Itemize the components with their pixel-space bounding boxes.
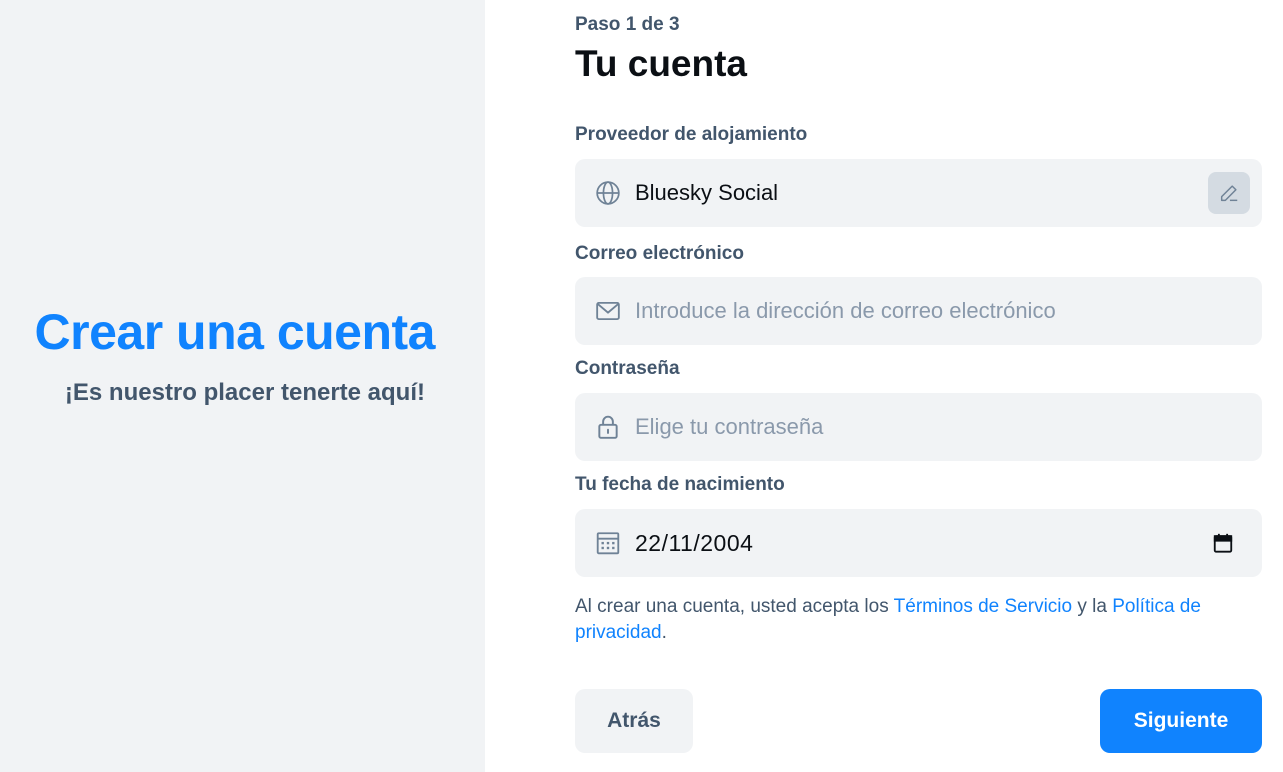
terms-suffix: . (661, 622, 667, 643)
back-button[interactable]: Atrás (575, 689, 693, 753)
edit-hosting-provider-button[interactable] (1208, 172, 1250, 214)
next-button[interactable]: Siguiente (1100, 689, 1262, 753)
hero-subtitle: ¡Es nuestro placer tenerte aquí! (64, 379, 425, 406)
lock-icon (595, 414, 621, 440)
calendar-picker-icon[interactable] (1210, 530, 1236, 556)
hero-title: Crear una cuenta (34, 304, 436, 360)
terms-notice: Al crear una cuenta, usted acepta los Té… (575, 594, 1255, 646)
email-input[interactable] (635, 298, 1262, 324)
password-field-container (575, 393, 1262, 461)
calendar-icon (595, 530, 621, 556)
password-input[interactable] (635, 414, 1262, 440)
terms-prefix: Al crear una cuenta, usted acepta los (575, 596, 894, 617)
birthdate-label: Tu fecha de nacimiento (575, 474, 785, 495)
email-field-container (575, 277, 1262, 345)
terms-middle: y la (1072, 596, 1113, 617)
hosting-provider-value: Bluesky Social (635, 180, 779, 205)
page-title: Tu cuenta (575, 43, 747, 84)
globe-icon (595, 180, 621, 206)
email-label: Correo electrónico (575, 243, 744, 264)
password-label: Contraseña (575, 358, 680, 379)
birthdate-value[interactable]: 22/11/2004 (635, 530, 1210, 557)
step-indicator: Paso 1 de 3 (575, 14, 680, 35)
hosting-provider-field: Bluesky Social (575, 159, 1262, 227)
envelope-icon (595, 298, 621, 324)
birthdate-field[interactable]: 22/11/2004 (575, 509, 1262, 577)
left-panel: Crear una cuenta ¡Es nuestro placer tene… (0, 0, 485, 772)
terms-of-service-link[interactable]: Términos de Servicio (894, 596, 1072, 617)
pencil-icon (1218, 182, 1240, 204)
hosting-provider-label: Proveedor de alojamiento (575, 124, 808, 145)
signup-form: Paso 1 de 3 Tu cuenta Proveedor de aloja… (575, 0, 1263, 772)
